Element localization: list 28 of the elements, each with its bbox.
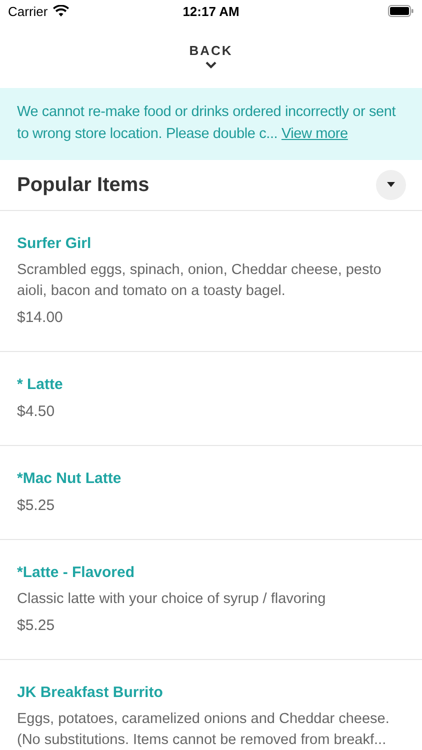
item-price: $14.00 [17, 308, 64, 328]
wifi-icon [52, 5, 69, 17]
item-price: $5.25 [17, 496, 56, 516]
menu-item[interactable]: *Mac Nut Latte $5.25 [0, 446, 422, 540]
item-price: $5.25 [17, 616, 56, 636]
battery-icon [388, 5, 414, 17]
caret-icon [387, 182, 395, 188]
item-name: *Latte - Flavored [17, 563, 136, 583]
item-name: *Mac Nut Latte [17, 469, 122, 489]
menu-item[interactable]: * Latte $4.50 [0, 352, 422, 446]
item-description: Scrambled eggs, spinach, onion, Cheddar cheese, pesto aioli, bacon and tomato on a toasty bagel. [17, 261, 382, 301]
notice-text: We cannot re-make food or drinks ordered incorrectly or sent to wrong store location. Please double c... View more [17, 103, 397, 144]
item-price: $4.50 [17, 402, 56, 422]
view-more-link[interactable]: View more [281, 126, 348, 142]
menu-item[interactable]: JK Breakfast Burrito Eggs, potatoes, caramelized onions and Cheddar cheese. (No substitutions. Items cannot be removed from breakf... [0, 660, 422, 750]
section-title: Popular Items [17, 174, 150, 196]
item-description: Eggs, potatoes, caramelized onions and Cheddar cheese. (No substitutions. Items cannot be removed from breakf... [17, 710, 390, 750]
collapse-button[interactable] [376, 170, 406, 200]
status-time: 12:17 AM [182, 4, 240, 18]
back-button[interactable]: BACK [183, 39, 239, 73]
item-name: * Latte [17, 375, 64, 395]
item-name: Surfer Girl [17, 234, 92, 254]
item-name: JK Breakfast Burrito [17, 683, 164, 703]
menu-item[interactable]: Surfer Girl Scrambled eggs, spinach, onion, Cheddar cheese, pesto aioli, bacon and tomato on a toasty bagel. $14.00 [0, 211, 422, 352]
carrier-label: Carrier [8, 4, 48, 18]
menu-item[interactable]: *Latte - Flavored Classic latte with your choice of syrup / flavoring $5.25 [0, 540, 422, 660]
item-description: Classic latte with your choice of syrup / flavoring [17, 590, 327, 609]
chevron-down-icon [205, 61, 217, 69]
